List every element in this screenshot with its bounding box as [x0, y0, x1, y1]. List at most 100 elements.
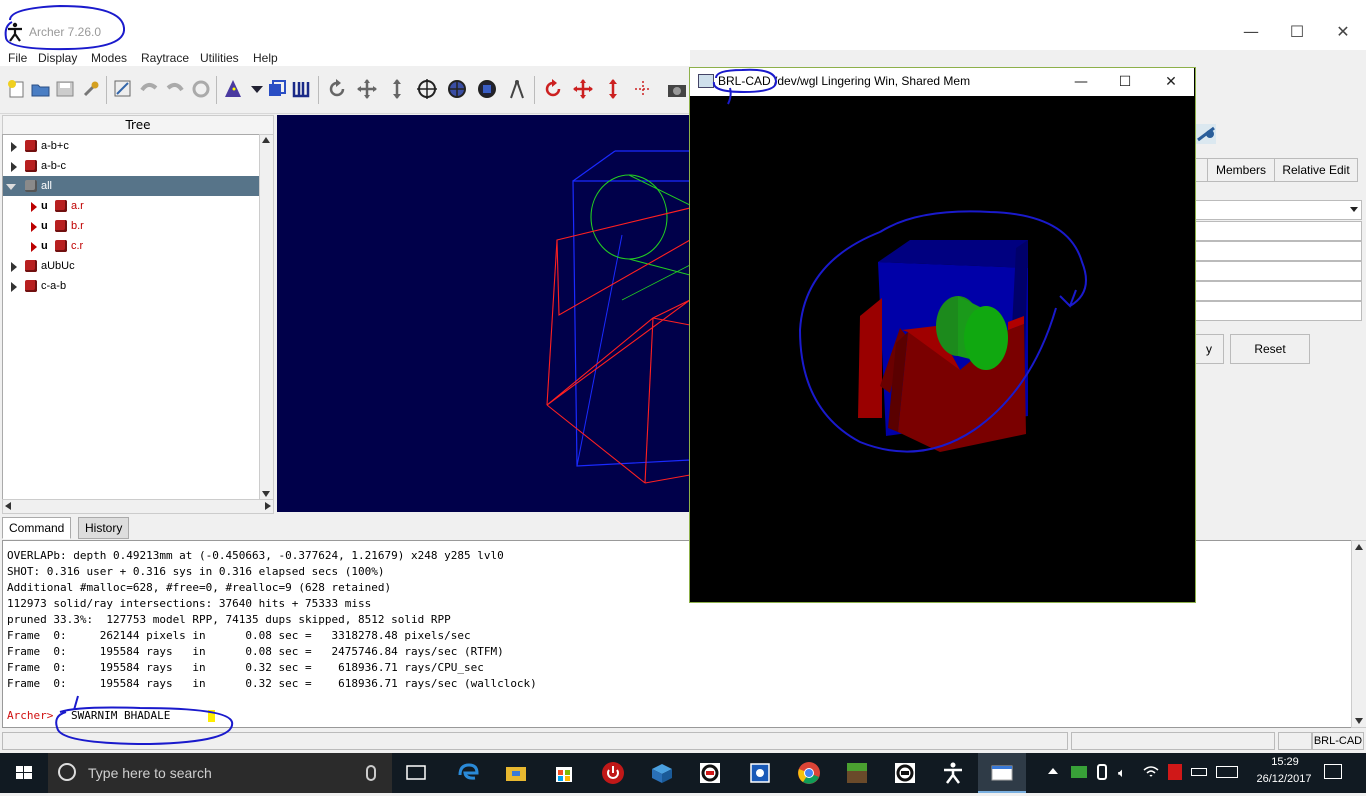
- brl-cad-taskbar-button[interactable]: [978, 753, 1026, 793]
- tree-horizontal-scrollbar[interactable]: [2, 499, 274, 514]
- edit-mode-dropdown[interactable]: [1194, 200, 1362, 220]
- open-folder-icon[interactable]: [30, 78, 52, 100]
- dropdown-arrow-icon[interactable]: [246, 78, 268, 100]
- brl-maximize-button[interactable]: ☐: [1102, 68, 1148, 96]
- expand-arrow-icon[interactable]: [11, 142, 17, 152]
- tree-item-c.r[interactable]: u c.r: [3, 236, 259, 256]
- tray-volume-icon[interactable]: 🔈︎: [1118, 766, 1126, 781]
- camera-icon[interactable]: [666, 78, 688, 100]
- edit-field[interactable]: [1194, 281, 1362, 301]
- tray-battery-icon[interactable]: [1191, 768, 1207, 776]
- tree-item-a.r[interactable]: u a.r: [3, 196, 259, 216]
- translate-edit-icon[interactable]: [572, 78, 594, 100]
- bw-circle-app-icon[interactable]: [893, 761, 917, 785]
- expand-arrow-icon[interactable]: [31, 222, 37, 232]
- edge-browser-icon[interactable]: [456, 761, 480, 785]
- center-edit-icon[interactable]: [632, 78, 654, 100]
- tree-vertical-scrollbar[interactable]: [259, 134, 274, 500]
- clock-date[interactable]: 26/12/2017: [1248, 773, 1320, 785]
- tray-wifi-icon[interactable]: [1143, 765, 1159, 779]
- tree-item-b.r[interactable]: u b.r: [3, 216, 259, 236]
- cube-view-icon[interactable]: [476, 78, 498, 100]
- refresh-grey-icon[interactable]: [190, 78, 212, 100]
- menu-file[interactable]: File: [8, 51, 27, 65]
- edit-field[interactable]: [1194, 261, 1362, 281]
- raytrace-icon[interactable]: [1194, 118, 1218, 148]
- new-file-icon[interactable]: [6, 78, 28, 100]
- tab-history[interactable]: History: [78, 517, 130, 539]
- translate-view-icon[interactable]: [356, 78, 378, 100]
- scroll-up-arrow-icon[interactable]: [262, 137, 270, 143]
- expand-arrow-icon[interactable]: [31, 202, 37, 212]
- tree-item-aUbUc[interactable]: aUbUc: [3, 256, 259, 276]
- graphics-viewport[interactable]: [277, 115, 690, 512]
- scale-edit-icon[interactable]: [602, 78, 624, 100]
- tree-item-a-b-c[interactable]: a-b-c: [3, 156, 259, 176]
- scroll-up-arrow-icon[interactable]: [1355, 544, 1363, 550]
- blue-box-app-icon[interactable]: [650, 761, 674, 785]
- scroll-left-arrow-icon[interactable]: [5, 502, 11, 510]
- scroll-right-arrow-icon[interactable]: [265, 502, 271, 510]
- scale-view-icon[interactable]: [386, 78, 408, 100]
- tray-usb-icon[interactable]: [1097, 764, 1107, 780]
- scroll-down-arrow-icon[interactable]: [262, 491, 270, 497]
- maximize-button[interactable]: ☐: [1274, 17, 1320, 47]
- primitive-bars-icon[interactable]: [290, 78, 312, 100]
- tree-item-a-b+c[interactable]: a-b+c: [3, 136, 259, 156]
- rotate-edit-icon[interactable]: [542, 78, 564, 100]
- globe-view-icon[interactable]: [446, 78, 468, 100]
- tab-relative-edit[interactable]: Relative Edit: [1274, 158, 1358, 182]
- file-explorer-icon[interactable]: [504, 761, 528, 785]
- menu-utilities[interactable]: Utilities: [200, 51, 239, 65]
- tab-members[interactable]: Members: [1207, 158, 1275, 182]
- compass-icon[interactable]: [506, 78, 528, 100]
- edit-field[interactable]: [1194, 221, 1362, 241]
- save-icon[interactable]: [54, 78, 76, 100]
- tree-item-all[interactable]: all: [3, 176, 259, 196]
- expand-arrow-icon[interactable]: [11, 262, 17, 272]
- menu-help[interactable]: Help: [253, 51, 278, 65]
- expand-arrow-icon[interactable]: [11, 282, 17, 292]
- tab-hidden[interactable]: [1194, 158, 1208, 182]
- expand-arrow-icon[interactable]: [11, 162, 17, 172]
- clock-time[interactable]: 15:29: [1262, 756, 1308, 768]
- reset-button[interactable]: Reset: [1230, 334, 1310, 364]
- undo-grey-icon[interactable]: [138, 78, 160, 100]
- tray-expand-chevron-icon[interactable]: [1048, 768, 1058, 774]
- tab-command[interactable]: Command: [2, 517, 72, 539]
- minimize-button[interactable]: —: [1228, 17, 1274, 47]
- start-button[interactable]: [0, 753, 48, 793]
- edit-field[interactable]: [1194, 241, 1362, 261]
- tray-mcafee-icon[interactable]: [1168, 764, 1182, 780]
- wizard-hat-icon[interactable]: [222, 78, 244, 100]
- microphone-icon[interactable]: [366, 765, 376, 781]
- close-button[interactable]: ✕: [1320, 17, 1366, 47]
- power-app-icon[interactable]: [601, 761, 625, 785]
- tray-keyboard-icon[interactable]: [1216, 766, 1238, 778]
- menu-modes[interactable]: Modes: [91, 51, 127, 65]
- center-view-icon[interactable]: [416, 78, 438, 100]
- minecraft-icon[interactable]: [845, 761, 869, 785]
- store-icon[interactable]: [552, 761, 576, 785]
- brl-minimize-button[interactable]: —: [1058, 68, 1104, 96]
- primitive-box-icon[interactable]: [266, 78, 288, 100]
- collapse-arrow-icon[interactable]: [6, 184, 16, 190]
- archer-taskbar-icon[interactable]: [941, 761, 965, 785]
- tree-item-c-a-b[interactable]: c-a-b: [3, 276, 259, 296]
- redo-grey-icon[interactable]: [164, 78, 186, 100]
- menu-raytrace[interactable]: Raytrace: [141, 51, 189, 65]
- expand-arrow-icon[interactable]: [31, 242, 37, 252]
- console-input[interactable]: SWARNIM BHADALE: [71, 709, 170, 722]
- settings-app-icon[interactable]: [748, 761, 772, 785]
- rotate-view-icon[interactable]: [326, 78, 348, 100]
- tray-nvidia-icon[interactable]: [1071, 766, 1087, 778]
- edit-icon[interactable]: [112, 78, 134, 100]
- red-circle-app-icon[interactable]: [698, 761, 722, 785]
- task-view-icon[interactable]: [404, 761, 428, 785]
- brl-close-button[interactable]: ✕: [1148, 68, 1194, 96]
- console-vertical-scrollbar[interactable]: [1351, 540, 1366, 728]
- scroll-down-arrow-icon[interactable]: [1355, 718, 1363, 724]
- preferences-wrench-icon[interactable]: [80, 78, 102, 100]
- action-center-icon[interactable]: [1324, 764, 1342, 779]
- chrome-icon[interactable]: [797, 761, 821, 785]
